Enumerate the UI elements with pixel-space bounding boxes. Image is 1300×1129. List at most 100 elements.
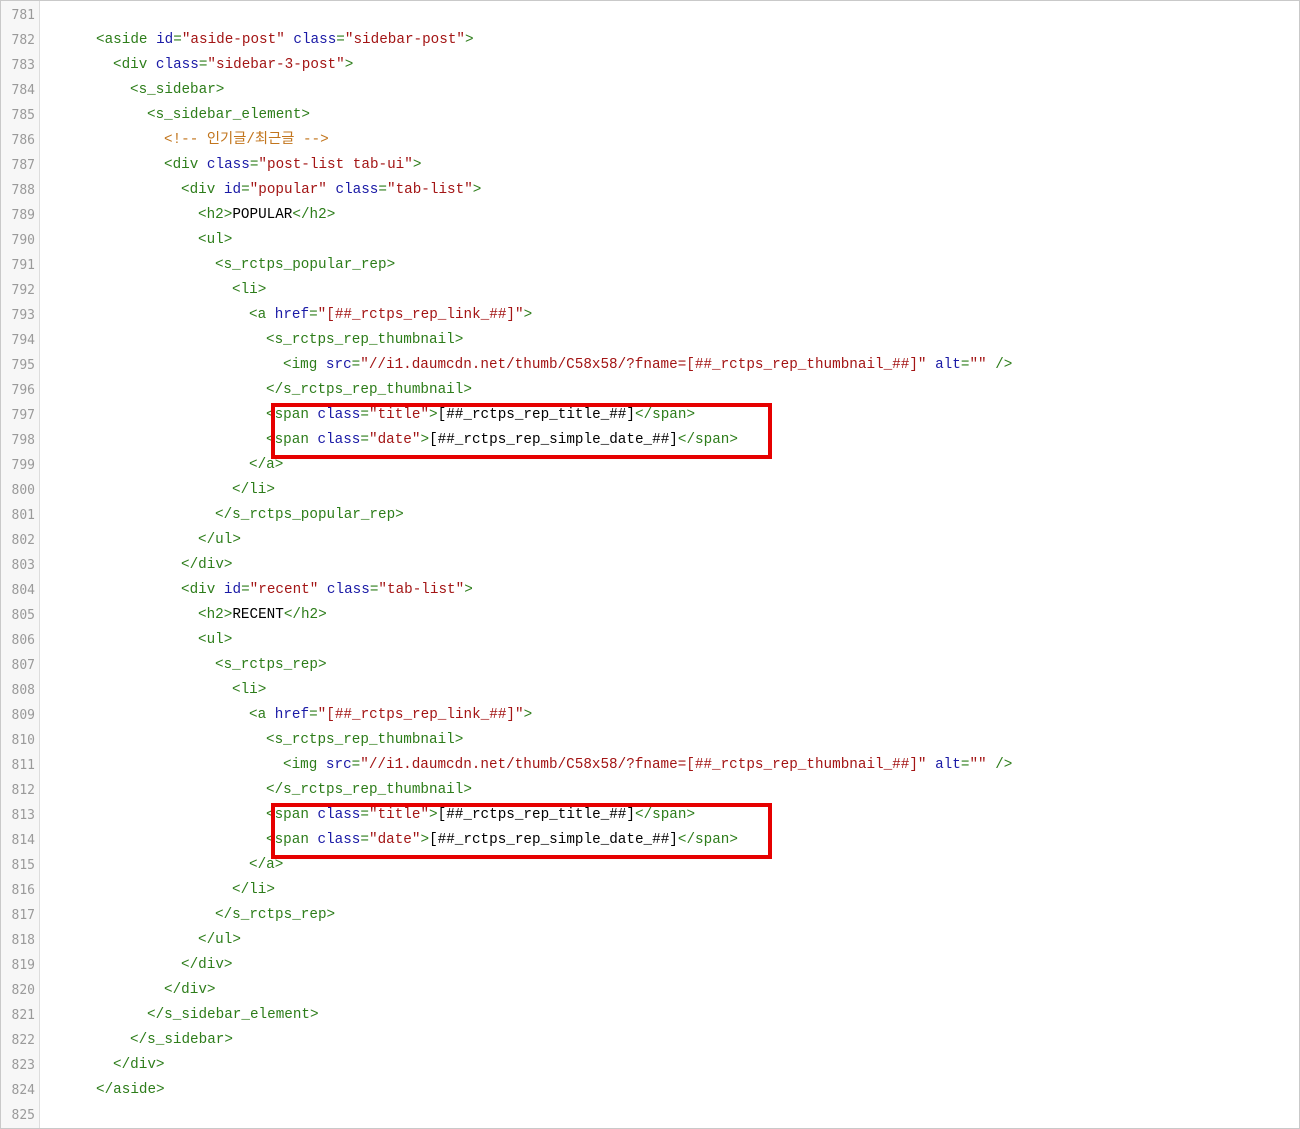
code-token: class: [206, 157, 250, 173]
code-line: 809 <a href="[##_rctps_rep_link_##]">: [1, 703, 1299, 728]
code-token: href: [274, 707, 310, 723]
code-token: </s_rctps_rep_thumbnail>: [266, 382, 472, 398]
code-token: "tab-list": [386, 182, 473, 198]
code-token: <ul>: [198, 632, 233, 648]
code-text: </div>: [181, 553, 232, 578]
code-text: <ul>: [198, 228, 232, 253]
code-text: <div class="sidebar-3-post">: [113, 53, 353, 78]
code-line: 819 </div>: [1, 953, 1299, 978]
code-token: <img: [283, 357, 326, 373]
code-line: 811 <img src="//i1.daumcdn.net/thumb/C58x…: [1, 753, 1299, 778]
code-line: 812 </s_rctps_rep_thumbnail>: [1, 778, 1299, 803]
code-line: 804 <div id="recent" class="tab-list">: [1, 578, 1299, 603]
code-text: <!-- 인기글/최근글 -->: [164, 128, 329, 153]
line-number: 801: [11, 508, 35, 523]
code-token: =: [351, 757, 361, 773]
highlight-box: [271, 403, 772, 459]
line-number: 792: [11, 283, 35, 298]
code-token: =: [309, 307, 318, 323]
code-line: 800 </li>: [1, 478, 1299, 503]
code-token: class: [335, 182, 379, 198]
code-token: class: [155, 57, 199, 73]
code-token: "": [969, 757, 987, 773]
code-line: 795 <img src="//i1.daumcdn.net/thumb/C58x…: [1, 353, 1299, 378]
code-text: <h2>RECENT</h2>: [198, 603, 327, 628]
code-text: <div id="popular" class="tab-list">: [181, 178, 481, 203]
line-number: 786: [11, 133, 35, 148]
line-number: 813: [11, 808, 35, 823]
code-token: <s_rctps_rep_thumbnail>: [266, 732, 464, 748]
code-token: id: [156, 32, 174, 48]
line-number: 797: [11, 408, 35, 423]
code-token: <a: [249, 707, 275, 723]
code-token: <div: [113, 57, 156, 73]
code-line: 790 <ul>: [1, 228, 1299, 253]
code-text: </s_rctps_rep>: [215, 903, 335, 928]
code-token: <!-- 인기글/최근글 -->: [164, 132, 329, 148]
line-number: 785: [11, 108, 35, 123]
line-number: 800: [11, 483, 35, 498]
code-line: 796 </s_rctps_rep_thumbnail>: [1, 378, 1299, 403]
code-token: <li>: [232, 682, 267, 698]
code-token: "sidebar-post": [344, 32, 466, 48]
code-text: <li>: [232, 278, 266, 303]
line-number: 809: [11, 708, 35, 723]
code-token: "tab-list": [378, 582, 465, 598]
code-text: </div>: [164, 978, 215, 1003]
code-token: <s_rctps_rep>: [215, 657, 327, 673]
code-editor[interactable]: 781 782 <aside id="aside-post" class="side…: [0, 0, 1300, 1129]
line-number: 818: [11, 933, 35, 948]
line-number: 823: [11, 1058, 35, 1073]
code-text: </aside>: [96, 1078, 165, 1103]
code-line: 817 </s_rctps_rep>: [1, 903, 1299, 928]
code-text: <s_rctps_rep>: [215, 653, 327, 678]
code-line: 820 </div>: [1, 978, 1299, 1003]
code-token: <aside: [96, 32, 157, 48]
code-token: </ul>: [198, 532, 241, 548]
line-number: 783: [11, 58, 35, 73]
code-token: "[##_rctps_rep_link_##]": [317, 307, 524, 323]
code-token: src: [325, 757, 352, 773]
code-token: </li>: [232, 882, 275, 898]
code-token: />: [986, 757, 1013, 773]
code-line: 821 </s_sidebar_element>: [1, 1003, 1299, 1028]
code-token: <div: [181, 182, 224, 198]
code-line: 801 </s_rctps_popular_rep>: [1, 503, 1299, 528]
code-line: 816 </li>: [1, 878, 1299, 903]
code-text: <ul>: [198, 628, 232, 653]
line-number: 805: [11, 608, 35, 623]
code-token: href: [274, 307, 310, 323]
code-token: </h2>: [292, 207, 336, 223]
code-line: 782 <aside id="aside-post" class="sidebar…: [1, 28, 1299, 53]
code-token: <a: [249, 307, 275, 323]
line-number: 824: [11, 1083, 35, 1098]
code-line: 792 <li>: [1, 278, 1299, 303]
code-token: <h2>: [198, 607, 233, 623]
code-token: <h2>: [198, 207, 233, 223]
code-line: 805 <h2>RECENT</h2>: [1, 603, 1299, 628]
code-text: <s_sidebar>: [130, 78, 224, 103]
line-number: 784: [11, 83, 35, 98]
code-token: </a>: [249, 457, 284, 473]
line-number: 787: [11, 158, 35, 173]
code-token: <ul>: [198, 232, 233, 248]
code-text: </ul>: [198, 528, 241, 553]
line-number: 789: [11, 208, 35, 223]
code-text: <div id="recent" class="tab-list">: [181, 578, 473, 603]
code-token: <s_sidebar>: [130, 82, 225, 98]
highlight-box: [271, 803, 772, 859]
code-token: class: [326, 582, 370, 598]
code-text: <div class="post-list tab-ui">: [164, 153, 421, 178]
code-token: "//i1.daumcdn.net/thumb/C58x58/?fname=[#…: [360, 357, 927, 373]
code-token: >: [344, 57, 354, 73]
code-line: 788 <div id="popular" class="tab-list">: [1, 178, 1299, 203]
code-text: </div>: [113, 1053, 164, 1078]
line-number: 788: [11, 183, 35, 198]
code-text: <s_rctps_popular_rep>: [215, 253, 395, 278]
line-number: 822: [11, 1033, 35, 1048]
code-token: <li>: [232, 282, 267, 298]
code-text: </div>: [181, 953, 232, 978]
code-line: 823 </div>: [1, 1053, 1299, 1078]
code-text: </s_rctps_rep_thumbnail>: [266, 378, 472, 403]
code-token: =: [241, 182, 250, 198]
